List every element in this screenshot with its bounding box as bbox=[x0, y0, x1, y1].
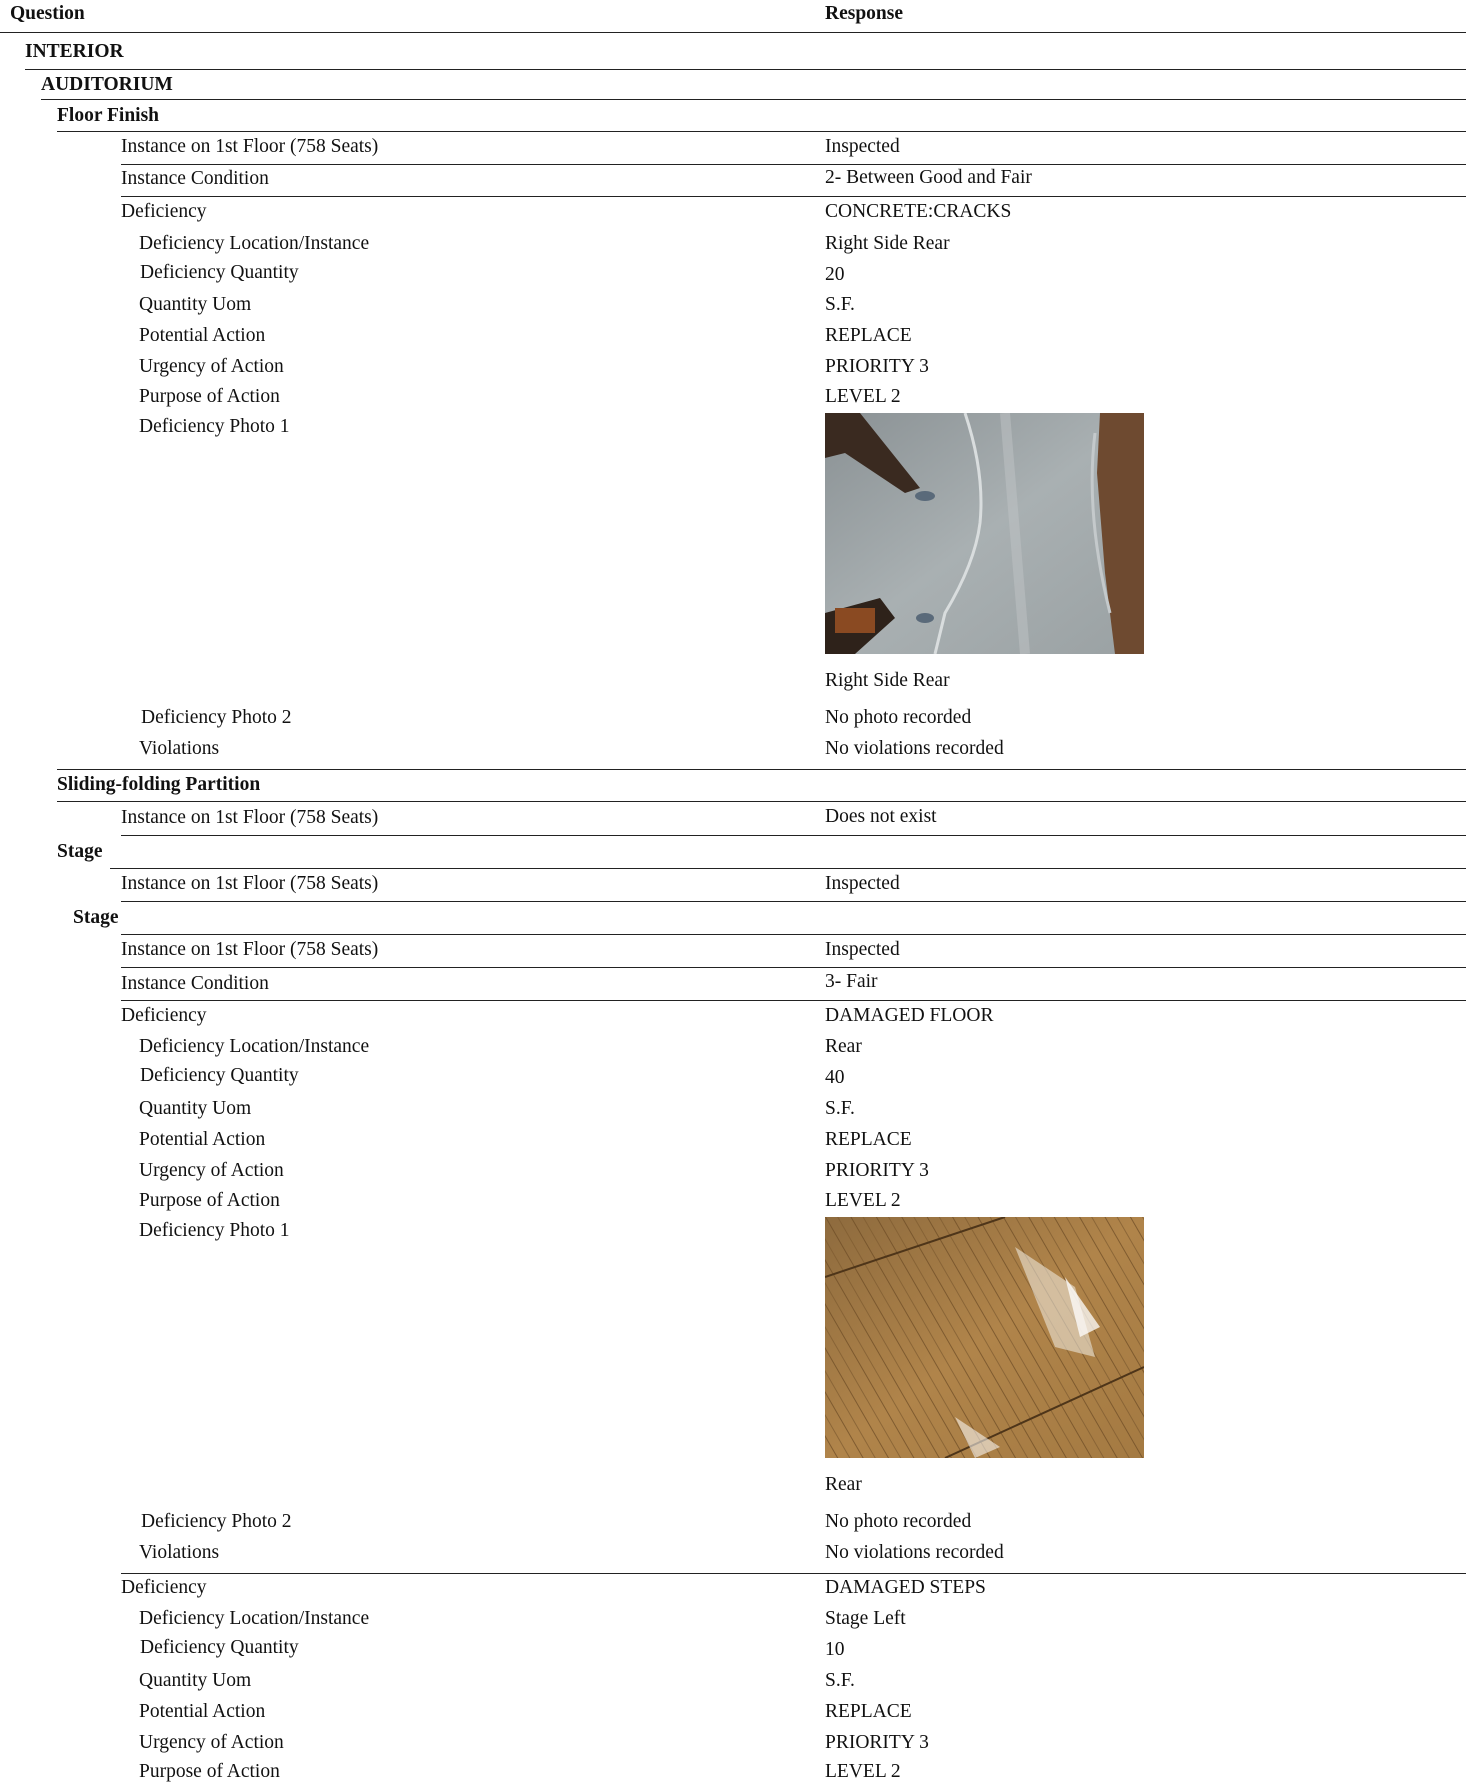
column-header-question: Question bbox=[10, 3, 85, 24]
question-label: Instance on 1st Floor (758 Seats) bbox=[121, 873, 379, 894]
divider bbox=[57, 769, 1466, 770]
section-interior: INTERIOR bbox=[25, 41, 124, 62]
divider bbox=[25, 69, 1466, 70]
section-floor-finish: Floor Finish bbox=[57, 105, 160, 126]
response-value: 10 bbox=[825, 1639, 845, 1660]
question-label: Urgency of Action bbox=[139, 356, 284, 377]
divider bbox=[41, 99, 1466, 100]
question-label: Deficiency bbox=[121, 1577, 207, 1598]
section-auditorium: AUDITORIUM bbox=[41, 74, 173, 95]
section-stage-item: Stage bbox=[73, 907, 119, 928]
question-label: Deficiency Location/Instance bbox=[139, 233, 370, 254]
response-value: Rear bbox=[825, 1036, 862, 1057]
question-label: Deficiency Quantity bbox=[140, 1637, 299, 1658]
response-value: PRIORITY 3 bbox=[825, 356, 929, 377]
deficiency-photo-concrete-cracks bbox=[825, 413, 1144, 654]
response-value: Inspected bbox=[825, 939, 900, 960]
response-value: No violations recorded bbox=[825, 738, 1004, 759]
question-label: Urgency of Action bbox=[139, 1160, 284, 1181]
question-label: Quantity Uom bbox=[139, 1098, 252, 1119]
divider bbox=[110, 868, 1466, 869]
question-label: Deficiency Location/Instance bbox=[139, 1608, 370, 1629]
question-label: Quantity Uom bbox=[139, 1670, 252, 1691]
section-sliding-partition: Sliding-folding Partition bbox=[57, 774, 261, 795]
question-label: Potential Action bbox=[139, 1129, 266, 1150]
response-value: DAMAGED FLOOR bbox=[825, 1005, 994, 1026]
response-value: REPLACE bbox=[825, 1701, 912, 1722]
question-label: Deficiency Quantity bbox=[140, 262, 299, 283]
question-label: Instance Condition bbox=[121, 168, 269, 189]
photo-caption: Rear bbox=[825, 1474, 862, 1495]
question-label: Purpose of Action bbox=[139, 386, 280, 407]
response-value: Right Side Rear bbox=[825, 233, 950, 254]
divider bbox=[57, 131, 1466, 132]
question-label: Potential Action bbox=[139, 1701, 266, 1722]
section-stage-group: Stage bbox=[57, 841, 103, 862]
question-label: Instance on 1st Floor (758 Seats) bbox=[121, 136, 379, 157]
response-value: LEVEL 2 bbox=[825, 1761, 901, 1782]
response-value: No violations recorded bbox=[825, 1542, 1004, 1563]
divider bbox=[121, 835, 1466, 836]
divider bbox=[121, 196, 1466, 197]
question-label: Instance Condition bbox=[121, 973, 269, 994]
response-value: 40 bbox=[825, 1067, 845, 1088]
response-value: 20 bbox=[825, 264, 845, 285]
divider bbox=[121, 901, 1466, 902]
response-value: S.F. bbox=[825, 1098, 855, 1119]
response-value: S.F. bbox=[825, 294, 855, 315]
response-value: LEVEL 2 bbox=[825, 386, 901, 407]
response-value: 3- Fair bbox=[825, 971, 878, 992]
divider bbox=[121, 934, 1466, 935]
response-value: 2- Between Good and Fair bbox=[825, 167, 1032, 188]
response-value: REPLACE bbox=[825, 1129, 912, 1150]
question-label: Urgency of Action bbox=[139, 1732, 284, 1753]
deficiency-photo-damaged-floor bbox=[825, 1217, 1144, 1458]
question-label: Purpose of Action bbox=[139, 1190, 280, 1211]
response-value: S.F. bbox=[825, 1670, 855, 1691]
response-value: Does not exist bbox=[825, 806, 937, 827]
question-label: Potential Action bbox=[139, 325, 266, 346]
response-value: Stage Left bbox=[825, 1608, 906, 1629]
question-label: Deficiency Quantity bbox=[140, 1065, 299, 1086]
question-label: Purpose of Action bbox=[139, 1761, 280, 1782]
response-value: DAMAGED STEPS bbox=[825, 1577, 986, 1598]
response-value: CONCRETE:CRACKS bbox=[825, 201, 1012, 222]
header-divider bbox=[0, 32, 1466, 33]
response-value: Inspected bbox=[825, 136, 900, 157]
question-label: Deficiency Photo 1 bbox=[139, 416, 290, 437]
divider bbox=[121, 1573, 1466, 1574]
response-value: No photo recorded bbox=[825, 707, 972, 728]
question-label: Deficiency bbox=[121, 201, 207, 222]
response-value: LEVEL 2 bbox=[825, 1190, 901, 1211]
question-label: Deficiency bbox=[121, 1005, 207, 1026]
question-label: Violations bbox=[139, 738, 220, 759]
question-label: Deficiency Location/Instance bbox=[139, 1036, 370, 1057]
question-label: Deficiency Photo 1 bbox=[139, 1220, 290, 1241]
divider bbox=[121, 164, 1466, 165]
question-label: Quantity Uom bbox=[139, 294, 252, 315]
divider bbox=[121, 967, 1466, 968]
question-label: Deficiency Photo 2 bbox=[141, 1511, 292, 1532]
divider bbox=[57, 801, 1466, 802]
response-value: PRIORITY 3 bbox=[825, 1160, 929, 1181]
response-value: No photo recorded bbox=[825, 1511, 972, 1532]
question-label: Deficiency Photo 2 bbox=[141, 707, 292, 728]
question-label: Violations bbox=[139, 1542, 220, 1563]
response-value: Inspected bbox=[825, 873, 900, 894]
column-header-response: Response bbox=[825, 3, 904, 24]
divider bbox=[121, 1000, 1466, 1001]
photo-caption: Right Side Rear bbox=[825, 670, 950, 691]
response-value: PRIORITY 3 bbox=[825, 1732, 929, 1753]
question-label: Instance on 1st Floor (758 Seats) bbox=[121, 807, 379, 828]
question-label: Instance on 1st Floor (758 Seats) bbox=[121, 939, 379, 960]
response-value: REPLACE bbox=[825, 325, 912, 346]
